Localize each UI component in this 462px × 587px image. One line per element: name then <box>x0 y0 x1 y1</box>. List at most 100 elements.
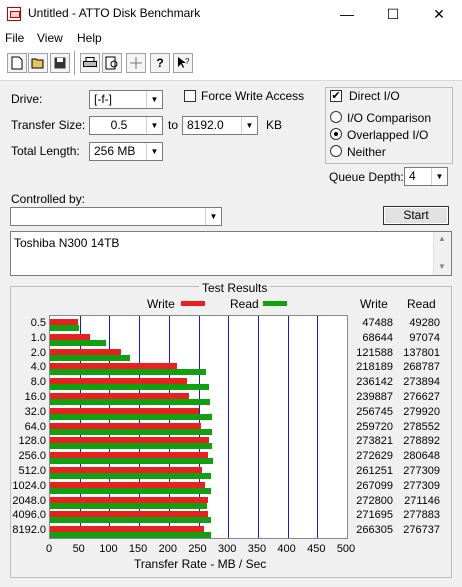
chevron-down-icon: ▼ <box>241 117 257 134</box>
menu-file[interactable]: File <box>5 31 24 45</box>
read-legend-label: Read <box>230 297 259 311</box>
total-length-label: Total Length: <box>11 144 80 158</box>
x-tick-label: 400 <box>277 543 296 555</box>
x-axis-label: Transfer Rate - MB / Sec <box>134 557 267 571</box>
overlapped-io-radio[interactable] <box>330 128 342 140</box>
total-length-select[interactable]: 256 MB ▼ <box>89 142 163 161</box>
read-value: 277309 <box>403 479 440 492</box>
description-scrollbar[interactable]: ▲ ▼ <box>433 232 451 275</box>
write-value: 121588 <box>356 346 393 359</box>
transfer-to-select[interactable]: 8192.0 ▼ <box>182 116 258 135</box>
read-value: 49280 <box>409 317 440 329</box>
print-icon[interactable] <box>80 53 100 73</box>
context-help-icon[interactable]: ? <box>173 53 193 73</box>
app-icon <box>7 7 21 21</box>
controlled-by-select[interactable]: ▼ <box>10 207 222 226</box>
read-bar <box>50 487 211 494</box>
io-comparison-radio[interactable] <box>330 111 342 123</box>
chevron-down-icon: ▼ <box>146 117 162 134</box>
x-tick-label: 500 <box>336 543 356 555</box>
read-value: 277309 <box>403 465 440 477</box>
results-title: Test Results <box>199 281 271 295</box>
chevron-down-icon: ▼ <box>146 143 162 160</box>
write-value: 261251 <box>356 465 393 477</box>
row-label: 32.0 <box>24 405 46 418</box>
read-bar <box>50 354 130 361</box>
read-value: 271146 <box>404 494 440 507</box>
toolbar-separator <box>74 51 75 75</box>
to-label: to <box>168 118 179 132</box>
x-tick-label: 150 <box>128 543 148 555</box>
save-icon[interactable] <box>50 53 70 73</box>
force-write-checkbox[interactable] <box>184 90 196 102</box>
chevron-down-icon: ▼ <box>431 168 447 185</box>
read-column-header: Read <box>407 297 436 311</box>
drive-value: [-f-] <box>94 92 112 106</box>
row-label: 4096.0 <box>12 509 46 522</box>
row-label: 8192.0 <box>12 524 46 537</box>
minimize-button[interactable]: — <box>324 0 370 28</box>
new-file-icon[interactable] <box>7 53 27 73</box>
queue-depth-value: 4 <box>409 169 416 183</box>
transfer-from-select[interactable]: 0.5 ▼ <box>89 116 163 135</box>
read-value: 273894 <box>403 376 440 389</box>
write-value: 239887 <box>356 391 393 403</box>
row-label: 2.0 <box>30 346 46 359</box>
move-icon[interactable] <box>126 53 146 73</box>
scroll-up-icon: ▲ <box>438 234 446 243</box>
write-value: 259720 <box>356 420 393 433</box>
transfer-to-value: 8192.0 <box>187 118 224 132</box>
read-bar <box>50 325 79 331</box>
direct-io-checkbox[interactable]: ✔ <box>330 90 342 102</box>
total-length-value: 256 MB <box>94 144 136 158</box>
read-value: 277883 <box>403 509 440 522</box>
io-comparison-label: I/O Comparison <box>347 111 432 125</box>
x-tick-label: 200 <box>158 543 177 555</box>
print-preview-icon[interactable] <box>102 53 122 73</box>
description-textarea[interactable]: Toshiba N300 14TB ▲ ▼ <box>10 231 452 276</box>
row-label: 2048.0 <box>12 494 46 507</box>
menu-view[interactable]: View <box>37 31 63 45</box>
start-button[interactable]: Start <box>383 206 449 225</box>
help-icon[interactable]: ? <box>150 53 170 73</box>
close-button[interactable]: ✕ <box>416 0 462 28</box>
row-label: 128.0 <box>18 435 46 448</box>
x-tick-label: 50 <box>72 543 85 555</box>
results-chart <box>49 315 348 539</box>
row-label: 256.0 <box>18 450 46 463</box>
chevron-down-icon: ▼ <box>146 91 162 108</box>
x-tick-label: 100 <box>99 543 118 555</box>
row-label: 512.0 <box>18 465 46 477</box>
read-value: 280648 <box>403 450 440 463</box>
drive-label: Drive: <box>11 92 43 106</box>
write-legend-label: Write <box>147 297 175 311</box>
transfer-from-value: 0.5 <box>110 118 128 132</box>
grid-line <box>288 316 289 538</box>
description-text: Toshiba N300 14TB <box>14 236 120 250</box>
window-title: Untitled - ATTO Disk Benchmark <box>28 6 201 20</box>
maximize-button[interactable]: ☐ <box>370 0 416 28</box>
queue-depth-select[interactable]: 4 ▼ <box>404 167 448 186</box>
read-bar <box>50 443 212 450</box>
row-label: 0.5 <box>30 317 46 329</box>
read-legend-swatch <box>263 301 287 306</box>
write-value: 236142 <box>356 376 393 389</box>
row-label: 8.0 <box>30 376 46 389</box>
read-bar <box>50 369 206 376</box>
overlapped-io-label: Overlapped I/O <box>347 128 429 142</box>
write-value: 256745 <box>356 405 393 418</box>
x-tick-label: 0 <box>45 543 53 555</box>
drive-select[interactable]: [-f-] ▼ <box>89 90 163 109</box>
open-folder-icon[interactable] <box>28 53 48 73</box>
read-value: 278892 <box>403 435 440 448</box>
read-bar <box>50 428 212 435</box>
neither-radio[interactable] <box>330 145 342 157</box>
row-label: 64.0 <box>24 420 46 433</box>
chevron-down-icon: ▼ <box>205 208 221 225</box>
write-value: 68644 <box>362 331 393 344</box>
menu-help[interactable]: Help <box>77 31 102 45</box>
write-value: 218189 <box>356 361 393 374</box>
read-value: 97074 <box>409 331 440 344</box>
read-value: 268787 <box>403 361 440 374</box>
write-value: 273821 <box>356 435 393 448</box>
